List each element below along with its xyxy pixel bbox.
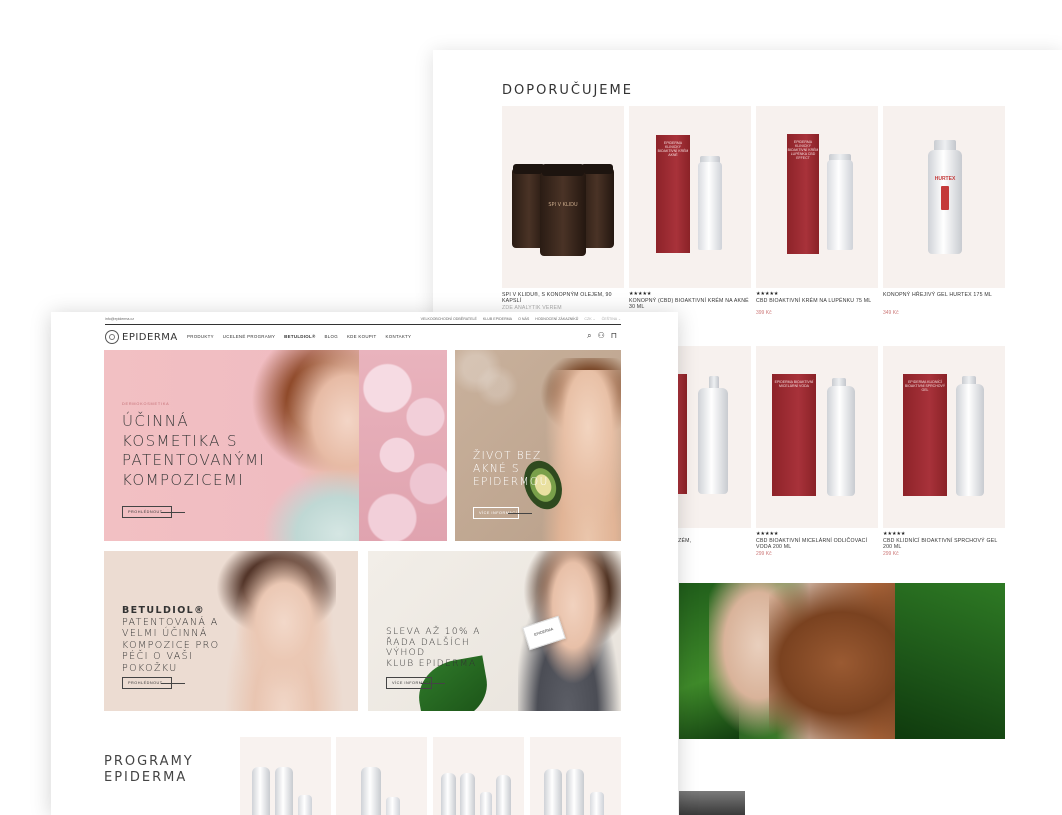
contact-email[interactable]: info@epiderma.cz bbox=[105, 317, 134, 321]
rating-stars: ★★★★★ bbox=[883, 531, 906, 537]
club-card-label: EPIDERMA bbox=[533, 627, 554, 638]
product-image[interactable]: EPIDERMA KLINICKÝ BIOAKTIVNÍ KRÉM LUPÉNK… bbox=[756, 106, 878, 288]
hero-eyebrow: DERMOKOSMETIKA bbox=[122, 402, 170, 406]
betuldiol-banner[interactable]: BETULDIOL® PATENTOVANÁ A VELMI ÚČINNÁ KO… bbox=[104, 551, 358, 711]
jar-label: SPI V KLIDU bbox=[548, 202, 578, 208]
language-select[interactable]: ČEŠTINA ⌄ bbox=[602, 317, 621, 321]
product-price: 349 Kč bbox=[883, 310, 899, 317]
blog-thumbnail-image[interactable] bbox=[679, 791, 745, 815]
product-name[interactable]: CBD KLIDNÍCÍ BIOAKTIVNÍ SPRCHOVÝ GEL 200… bbox=[883, 538, 1005, 550]
product-image[interactable]: HURTEX bbox=[883, 106, 1005, 288]
program-card-image[interactable] bbox=[336, 737, 427, 815]
recommended-heading: DOPORUČUJEME bbox=[502, 83, 633, 98]
betuldiol-banner-title: BETULDIOL® PATENTOVANÁ A VELMI ÚČINNÁ KO… bbox=[122, 605, 220, 674]
main-nav: EPIDERMA PRODUKTY UCELENÉ PROGRAMY BETUL… bbox=[105, 330, 621, 344]
hero-banner[interactable]: DERMOKOSMETIKA ÚČINNÁ KOSMETIKA S PATENT… bbox=[104, 350, 447, 541]
product-image[interactable]: SPI V KLIDU bbox=[502, 106, 624, 288]
bottle-label: HURTEX bbox=[934, 176, 956, 182]
acne-banner-title: ŽIVOT BEZ AKNÉ S EPIDERMOU bbox=[473, 450, 549, 488]
program-card-image[interactable] bbox=[530, 737, 621, 815]
logo-mark-icon bbox=[105, 330, 119, 344]
logo-text: EPIDERMA bbox=[122, 331, 178, 343]
homepage-screenshot: info@epiderma.cz VELKOOBCHODNÍ ODBĚRATEL… bbox=[51, 312, 678, 815]
acne-banner-button[interactable]: VÍCE INFORMACÍ bbox=[473, 507, 532, 519]
menu-item-blog[interactable]: BLOG bbox=[325, 334, 338, 339]
betuldiol-banner-button[interactable]: PROHLÉDNOUT bbox=[122, 677, 185, 689]
box-label: EPIDERMA BIOAKTIVNÍ MICELÁRNÍ VODA bbox=[774, 380, 814, 388]
product-card[interactable]: EPIDERMA KLINICKÝ BIOAKTIVNÍ KRÉM LUPÉNK… bbox=[756, 106, 878, 316]
rating-stars: ★★★★★ bbox=[629, 291, 652, 297]
top-bar: info@epiderma.cz VELKOOBCHODNÍ ODBĚRATEL… bbox=[105, 317, 621, 323]
product-card[interactable]: SPI V KLIDU SPI V KLIDU®, S KONOPNÝM OLE… bbox=[502, 106, 624, 312]
top-link-club[interactable]: KLUB EPIDERMA bbox=[483, 317, 512, 321]
program-card-image[interactable] bbox=[240, 737, 331, 815]
acne-banner[interactable]: ŽIVOT BEZ AKNÉ S EPIDERMOU VÍCE INFORMAC… bbox=[455, 350, 621, 541]
user-icon[interactable]: ⚇ bbox=[598, 332, 605, 340]
product-name[interactable]: KONOPNÝ (CBD) BIOAKTIVNÍ KRÉM NA AKNÉ 30… bbox=[629, 298, 751, 310]
product-name[interactable]: SPI V KLIDU®, S KONOPNÝM OLEJEM, 90 KAPS… bbox=[502, 292, 624, 304]
box-label: EPIDERMA KLINICKÝ BIOAKTIVNÍ KRÉM LUPÉNK… bbox=[787, 140, 819, 160]
top-link-reviews[interactable]: HODNOCENÍ ZÁKAZNÍKŮ bbox=[535, 317, 578, 321]
top-links: VELKOOBCHODNÍ ODBĚRATELÉ KLUB EPIDERMA O… bbox=[421, 317, 621, 321]
club-banner-button[interactable]: VÍCE INFORMACÍ bbox=[386, 677, 445, 689]
club-banner-title: SLEVA AŽ 10% A ŘADA DALŠÍCH VÝHOD KLUB E… bbox=[386, 627, 481, 669]
currency-select[interactable]: CZK ⌄ bbox=[584, 317, 595, 321]
bag-icon[interactable]: ⊓ bbox=[611, 332, 617, 340]
rating-stars: ★★★★★ bbox=[756, 291, 779, 297]
main-menu: PRODUKTY UCELENÉ PROGRAMY BETULDIOL® BLO… bbox=[187, 334, 411, 339]
product-card[interactable]: HURTEX KONOPNÝ HŘEJIVÝ GEL HURTEX 175 ML… bbox=[883, 106, 1005, 316]
product-price: 299 Kč bbox=[756, 551, 772, 558]
product-image[interactable]: EPIDERMA BIOAKTIVNÍ MICELÁRNÍ VODA bbox=[756, 346, 878, 528]
logo[interactable]: EPIDERMA bbox=[105, 330, 178, 344]
box-label: EPIDERMA KLINICKÝ BIOAKTIVNÍ KRÉM AKNÉ bbox=[657, 141, 689, 157]
search-icon[interactable]: ⌕ bbox=[587, 332, 591, 340]
product-card[interactable]: EPIDERMA KLINICKÝ BIOAKTIVNÍ KRÉM AKNÉ ★… bbox=[629, 106, 751, 310]
top-link-about[interactable]: O NÁS bbox=[518, 317, 529, 321]
product-price: 299 Kč bbox=[883, 551, 899, 558]
product-price: 399 Kč bbox=[756, 310, 772, 317]
product-card[interactable]: EPIDERMA KLIDNÍCÍ BIOAKTIVNÍ SPRCHOVÝ GE… bbox=[883, 346, 1005, 557]
product-card[interactable]: EPIDERMA BIOAKTIVNÍ MICELÁRNÍ VODA ★★★★★… bbox=[756, 346, 878, 557]
nav-icons: ⌕ ⚇ ⊓ bbox=[587, 332, 617, 340]
product-name[interactable]: CBD BIOAKTIVNÍ KRÉM NA LUPÉNKU 75 ML bbox=[756, 298, 878, 304]
promo-banner-image[interactable] bbox=[679, 583, 1005, 739]
product-image[interactable]: EPIDERMA KLINICKÝ BIOAKTIVNÍ KRÉM AKNÉ bbox=[629, 106, 751, 288]
product-name[interactable]: KONOPNÝ HŘEJIVÝ GEL HURTEX 175 ML bbox=[883, 292, 1005, 298]
menu-item-betuldiol[interactable]: BETULDIOL® bbox=[284, 334, 315, 339]
product-subtext: ZDE ANALYTIK VEREM bbox=[502, 305, 562, 312]
programs-heading: PROGRAMY EPIDERMA bbox=[104, 754, 194, 785]
menu-item-products[interactable]: PRODUKTY bbox=[187, 334, 214, 339]
rating-stars: ★★★★★ bbox=[756, 531, 779, 537]
menu-item-programs[interactable]: UCELENÉ PROGRAMY bbox=[223, 334, 275, 339]
product-image[interactable]: EPIDERMA KLIDNÍCÍ BIOAKTIVNÍ SPRCHOVÝ GE… bbox=[883, 346, 1005, 528]
hero-button[interactable]: PROHLÉDNOUT bbox=[122, 506, 185, 518]
program-card-image[interactable] bbox=[433, 737, 524, 815]
club-banner[interactable]: EPIDERMA SLEVA AŽ 10% A ŘADA DALŠÍCH VÝH… bbox=[368, 551, 621, 711]
box-label: EPIDERMA KLIDNÍCÍ BIOAKTIVNÍ SPRCHOVÝ GE… bbox=[904, 380, 946, 392]
top-link-wholesale[interactable]: VELKOOBCHODNÍ ODBĚRATELÉ bbox=[421, 317, 477, 321]
menu-item-where-to-buy[interactable]: KDE KOUPIT bbox=[347, 334, 377, 339]
hero-title: ÚČINNÁ KOSMETIKA S PATENTOVANÝMI KOMPOZI… bbox=[122, 412, 266, 489]
product-name[interactable]: CBD BIOAKTIVNÍ MICELÁRNÍ ODLIČOVACÍ VODA… bbox=[756, 538, 878, 550]
menu-item-contacts[interactable]: KONTAKTY bbox=[386, 334, 412, 339]
